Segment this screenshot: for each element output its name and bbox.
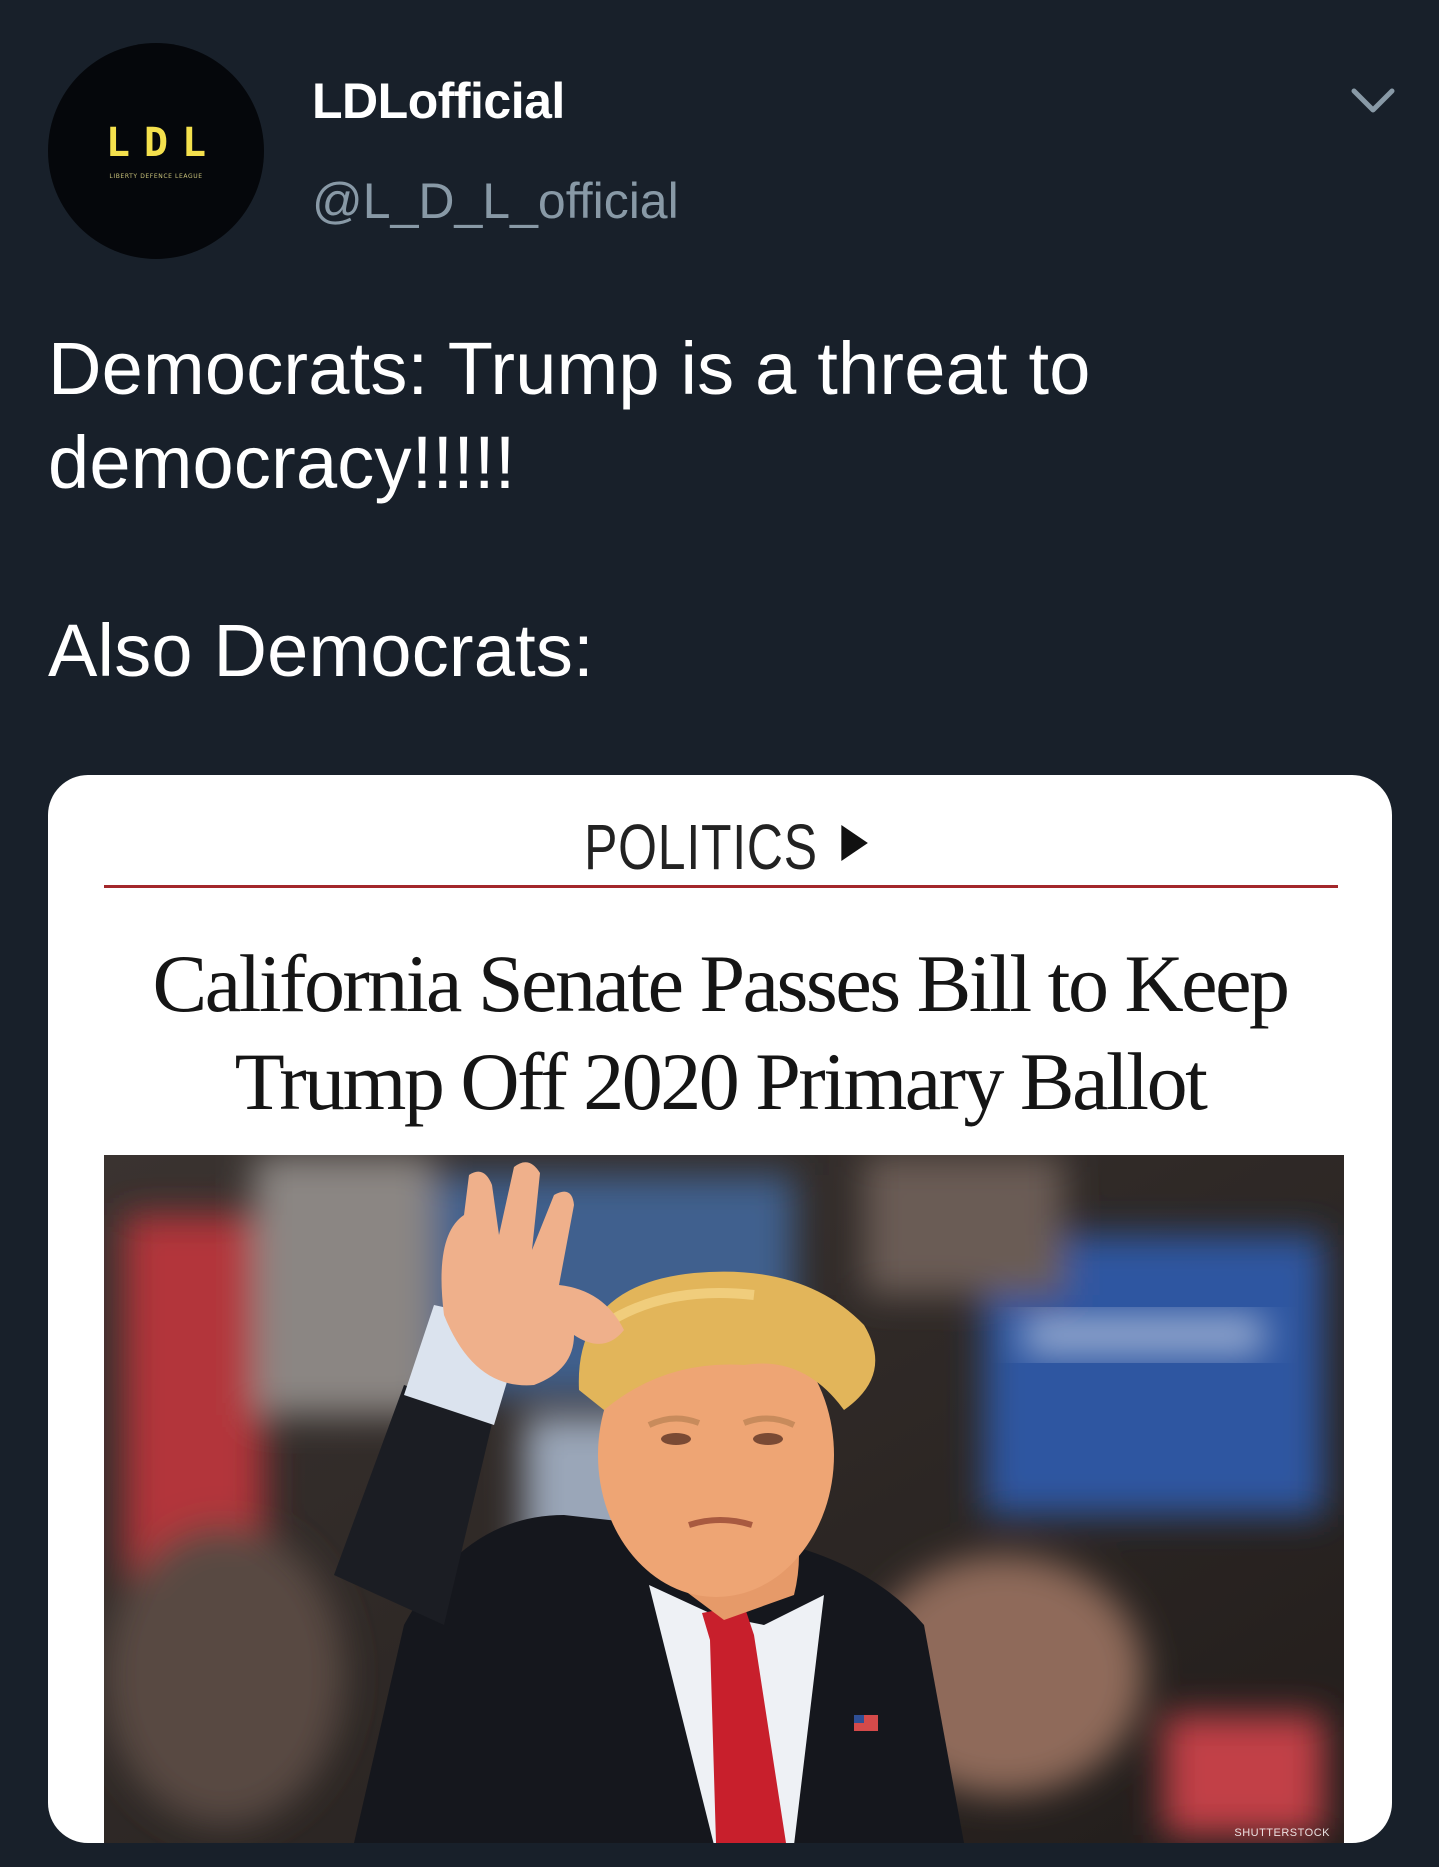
photo-credit: SHUTTERSTOCK <box>1234 1827 1330 1839</box>
play-arrow-icon <box>841 825 868 861</box>
avatar-logo-text: LDL <box>105 119 221 166</box>
chevron-down-icon[interactable] <box>1350 86 1396 116</box>
section-label-text: POLITICS <box>584 811 818 883</box>
avatar[interactable]: LDL LIBERTY DEFENCE LEAGUE <box>48 43 264 259</box>
author-display-name[interactable]: LDLofficial <box>312 76 565 126</box>
section-label: POLITICS <box>202 815 1250 879</box>
tweet-text: Democrats: Trump is a threat to democrac… <box>48 327 1091 692</box>
photo-illustration <box>104 1155 1344 1843</box>
tweet[interactable]: LDL LIBERTY DEFENCE LEAGUE LDLofficial @… <box>0 0 1439 1867</box>
media-card[interactable]: POLITICS California Senate Passes Bill t… <box>48 775 1392 1843</box>
author-handle[interactable]: @L_D_L_official <box>312 176 679 226</box>
avatar-logo-subtext: LIBERTY DEFENCE LEAGUE <box>109 172 203 180</box>
article-headline: California Senate Passes Bill to Keep Tr… <box>152 938 1290 1127</box>
divider <box>104 885 1338 888</box>
article-photo: SHUTTERSTOCK <box>104 1155 1344 1843</box>
